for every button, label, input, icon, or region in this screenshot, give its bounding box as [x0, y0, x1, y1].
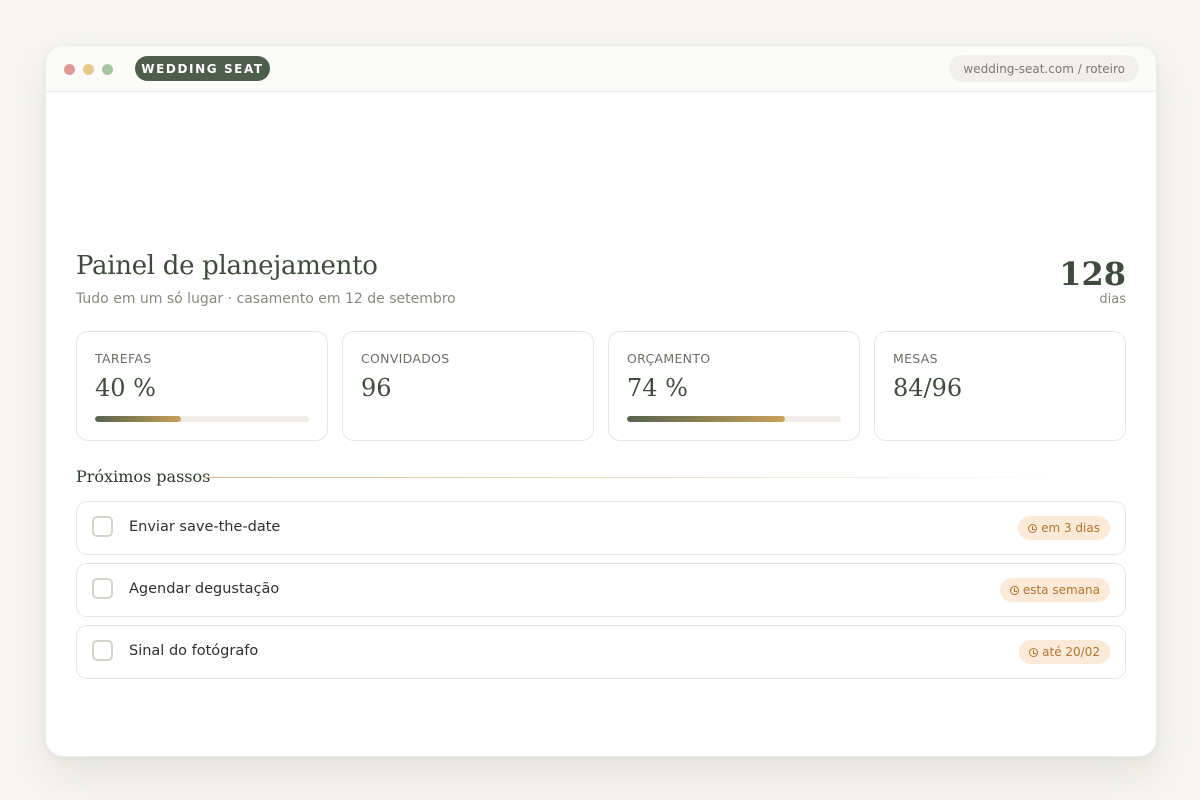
task-item[interactable]: Agendar degustação esta semana	[76, 563, 1126, 617]
title-bar: WEDDING SEAT wedding-seat.com / roteiro	[46, 46, 1156, 92]
clock-icon	[1029, 647, 1039, 657]
task-item[interactable]: Sinal do fotógrafo até 20/02	[76, 625, 1126, 679]
due-badge: em 3 dias	[1018, 516, 1110, 540]
stat-value: 96	[361, 374, 392, 402]
due-text: até 20/02	[1042, 645, 1100, 659]
task-checkbox[interactable]	[92, 578, 113, 599]
next-steps-header: Próximos passos	[76, 467, 1126, 489]
stat-value: 84/96	[893, 374, 963, 402]
address-bar[interactable]: wedding-seat.com / roteiro	[949, 55, 1139, 82]
stat-value: 74 %	[627, 374, 688, 402]
countdown-unit: dias	[1099, 292, 1126, 307]
progress-bar	[95, 416, 309, 422]
progress-bar-fill	[627, 416, 786, 422]
clock-icon	[1009, 585, 1019, 595]
clock-icon	[1028, 523, 1038, 533]
window-minimize-dot[interactable]	[83, 64, 94, 75]
stat-label: ORÇAMENTO	[627, 351, 711, 366]
stat-label: CONVIDADOS	[361, 351, 450, 366]
due-text: esta semana	[1022, 583, 1100, 597]
due-badge: até 20/02	[1019, 640, 1110, 664]
task-label: Enviar save-the-date	[129, 519, 281, 535]
section-divider	[204, 477, 1074, 478]
stat-card-tasks[interactable]: TAREFAS 40 %	[76, 331, 328, 441]
stat-label: MESAS	[893, 351, 938, 366]
task-label: Agendar degustação	[129, 581, 280, 597]
stat-value: 40 %	[95, 374, 156, 402]
progress-bar-fill	[95, 416, 181, 422]
window-close-dot[interactable]	[64, 64, 75, 75]
due-text: em 3 dias	[1041, 521, 1100, 535]
window-maximize-dot[interactable]	[102, 64, 113, 75]
brand-badge: WEDDING SEAT	[135, 56, 270, 81]
stat-card-tables[interactable]: MESAS 84/96	[874, 331, 1126, 441]
stat-label: TAREFAS	[95, 351, 152, 366]
task-label: Sinal do fotógrafo	[129, 643, 259, 659]
section-title: Próximos passos	[76, 467, 211, 486]
countdown-value: 128	[1059, 255, 1126, 293]
stats-row: TAREFAS 40 % CONVIDADOS 96 ORÇAMENTO 74 …	[76, 331, 1126, 441]
progress-bar	[627, 416, 841, 422]
stat-card-budget[interactable]: ORÇAMENTO 74 %	[608, 331, 860, 441]
page-subtitle: Tudo em um só lugar · casamento em 12 de…	[76, 291, 456, 307]
app-window: WEDDING SEAT wedding-seat.com / roteiro …	[45, 45, 1157, 757]
due-badge: esta semana	[999, 578, 1110, 602]
countdown: 128 dias	[1059, 256, 1126, 307]
task-checkbox[interactable]	[92, 640, 113, 661]
task-item[interactable]: Enviar save-the-date em 3 dias	[76, 501, 1126, 555]
page-title: Painel de planejamento	[76, 251, 378, 281]
task-checkbox[interactable]	[92, 516, 113, 537]
stat-card-guests[interactable]: CONVIDADOS 96	[342, 331, 594, 441]
